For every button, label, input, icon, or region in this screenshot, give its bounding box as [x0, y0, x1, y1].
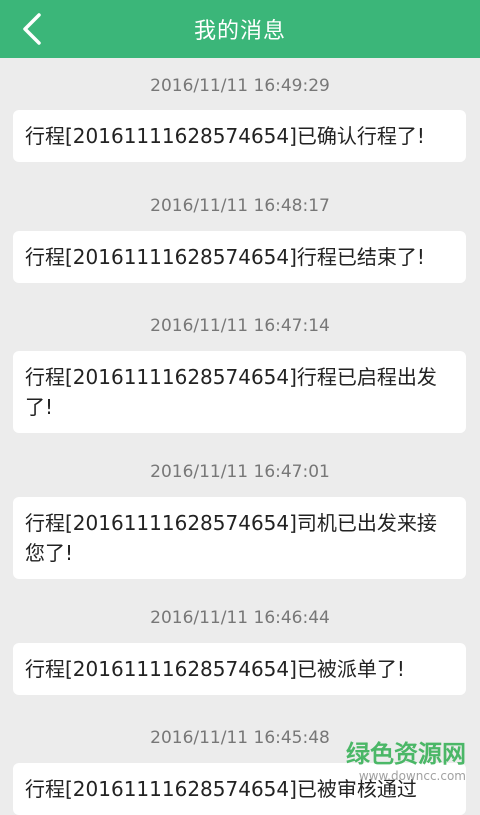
message-time: 2016/11/11 16:47:01	[150, 462, 330, 482]
message-card[interactable]: 行程[20161111628574654]已被派单了!	[13, 643, 466, 695]
chevron-left-icon	[23, 13, 41, 45]
message-card[interactable]: 行程[20161111628574654]司机已出发来接您了!	[13, 497, 466, 579]
message-card[interactable]: 行程[20161111628574654]行程已结束了!	[13, 231, 466, 283]
app-header: 我的消息	[0, 0, 480, 58]
message-time: 2016/11/11 16:47:14	[150, 316, 330, 336]
message-card[interactable]: 行程[20161111628574654]行程已启程出发了!	[13, 351, 466, 433]
message-time: 2016/11/11 16:46:44	[150, 608, 330, 628]
message-time: 2016/11/11 16:49:29	[150, 76, 330, 96]
message-card[interactable]: 行程[20161111628574654]已被审核通过	[13, 763, 466, 815]
back-button[interactable]	[8, 5, 56, 53]
message-time: 2016/11/11 16:45:48	[150, 728, 330, 748]
message-time: 2016/11/11 16:48:17	[150, 196, 330, 216]
message-card[interactable]: 行程[20161111628574654]已确认行程了!	[13, 110, 466, 162]
page-title: 我的消息	[193, 19, 286, 44]
